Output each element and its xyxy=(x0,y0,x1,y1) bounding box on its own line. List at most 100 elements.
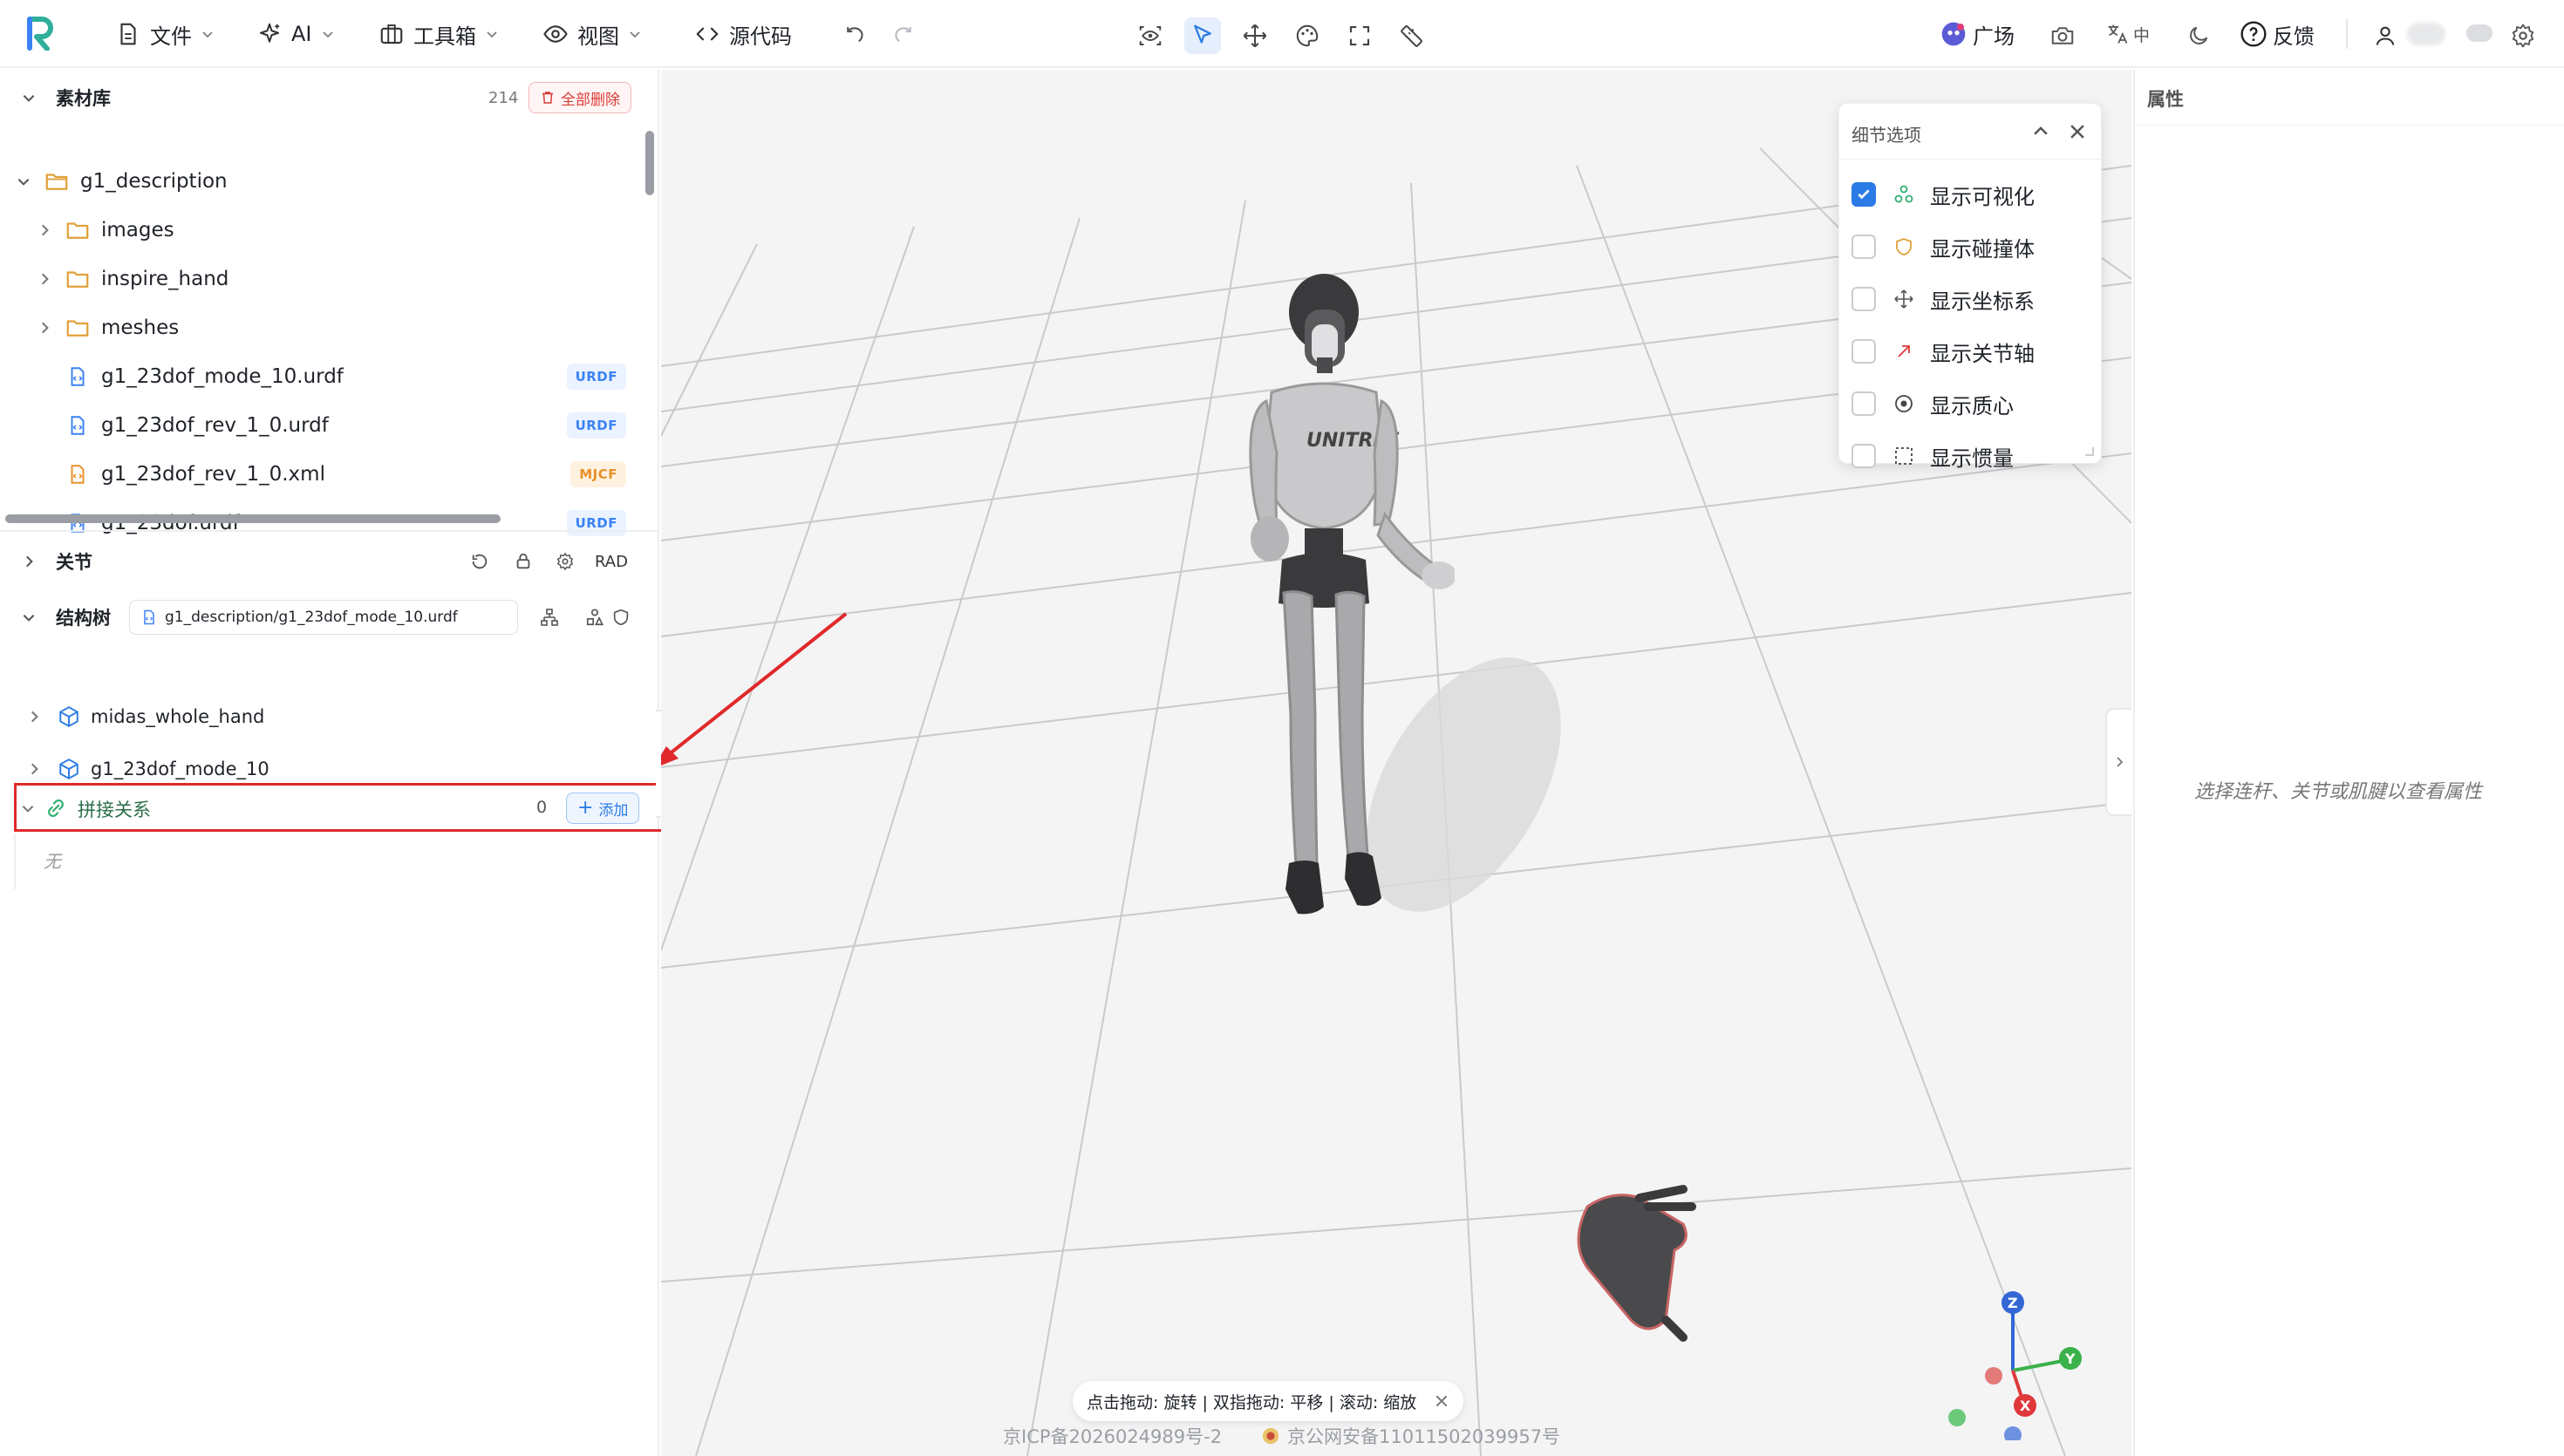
lock-icon xyxy=(516,553,530,569)
material-tool-button[interactable] xyxy=(1289,17,1326,54)
expand-right-panel-handle[interactable] xyxy=(2105,708,2131,816)
asset-name: inspire_hand xyxy=(101,268,229,290)
asset-file-row[interactable]: g1_23dof_rev_1_0.urdf URDF xyxy=(0,401,645,450)
joint-settings-button[interactable] xyxy=(549,546,581,577)
assets-vertical-scrollbar[interactable] xyxy=(645,131,654,195)
resize-grip[interactable] xyxy=(2085,447,2094,456)
detail-option-collision[interactable]: 显示碰撞体 xyxy=(1851,222,2035,271)
detail-options-title: 细节选项 xyxy=(1851,125,1921,146)
view-menu[interactable]: 视图 xyxy=(542,0,642,68)
asset-file-row[interactable]: g1_23dof_rev_1_0.xml MJCF xyxy=(0,450,645,499)
detail-option-visual[interactable]: 显示可视化 xyxy=(1851,170,2035,219)
structure-node-midas-whole-hand[interactable]: midas_whole_hand xyxy=(0,692,645,741)
select-tool-button[interactable] xyxy=(1184,17,1221,54)
folder-g1-description[interactable]: g1_description xyxy=(0,157,645,206)
asset-folder-row[interactable]: meshes xyxy=(0,303,645,352)
toolbar-divider xyxy=(2346,19,2348,49)
detail-options-header: 细节选项 xyxy=(1839,104,2101,160)
fullscreen-button[interactable] xyxy=(1341,17,1378,54)
plaza-icon xyxy=(1941,22,1966,46)
detail-option-inertia[interactable]: 显示惯量 xyxy=(1851,432,2014,480)
language-switch[interactable]: 中 xyxy=(2105,0,2150,68)
cursor-icon xyxy=(1194,24,1211,44)
delete-all-button[interactable]: 全部删除 xyxy=(528,82,631,113)
chevron-down-icon xyxy=(22,806,34,813)
user-icon xyxy=(2376,26,2395,45)
chevron-up-icon[interactable] xyxy=(2031,122,2050,141)
chevron-right-icon xyxy=(42,224,49,236)
detail-option-axes[interactable]: 显示坐标系 xyxy=(1851,275,2035,323)
lock-joints-button[interactable] xyxy=(508,546,539,577)
palette-icon xyxy=(1296,24,1319,47)
folder-name: g1_description xyxy=(80,170,228,193)
theme-toggle[interactable] xyxy=(2180,17,2217,54)
checkbox[interactable] xyxy=(1851,235,1876,259)
chevron-right-icon xyxy=(31,711,38,723)
angle-unit-toggle[interactable]: RAD xyxy=(595,553,628,571)
detail-option-label: 显示质心 xyxy=(1930,393,2014,418)
shapes-icon xyxy=(586,609,604,626)
splice-section-header[interactable]: 拼接关系 0 + 添加 xyxy=(14,783,670,832)
hand-model[interactable] xyxy=(1561,1172,1701,1346)
plaza-button[interactable]: 广场 xyxy=(1940,0,2015,68)
toolbox-menu[interactable]: 工具箱 xyxy=(378,0,499,68)
close-icon[interactable] xyxy=(1434,1393,1449,1409)
asset-name: images xyxy=(101,219,174,242)
checkbox[interactable] xyxy=(1851,444,1876,468)
undo-button[interactable] xyxy=(837,17,874,54)
help-circle-icon xyxy=(2240,21,2267,47)
hierarchy-icon xyxy=(541,609,558,626)
footer-police[interactable]: 京公网安备11011502039957号 xyxy=(1261,1423,1560,1449)
detail-option-label: 显示可视化 xyxy=(1930,184,2035,209)
properties-panel: 属性 选择连杆、关节或肌腱以查看属性 xyxy=(2133,70,2564,1456)
axis-gizmo[interactable]: Z Y X xyxy=(1943,1266,2100,1440)
check-icon xyxy=(1858,189,1870,200)
document-icon xyxy=(120,23,136,45)
source-code-button[interactable]: 源代码 xyxy=(694,0,792,68)
ai-menu[interactable]: AI xyxy=(256,0,335,68)
detail-option-center-of-mass[interactable]: 显示质心 xyxy=(1851,379,2014,428)
measure-tool-button[interactable] xyxy=(1394,17,1430,54)
assets-section-header[interactable]: 素材库 214 全部删除 xyxy=(0,70,659,126)
asset-folder-row[interactable]: inspire_hand xyxy=(0,255,645,303)
add-splice-button[interactable]: + 添加 xyxy=(566,793,640,824)
show-collision-toggle[interactable] xyxy=(605,602,637,633)
app-logo[interactable]: R xyxy=(26,16,56,51)
structure-section-header[interactable]: 结构树 g1_description/g1_23dof_mode_10.urdf xyxy=(0,589,659,645)
detail-option-joint-axis[interactable]: 显示关节轴 xyxy=(1851,327,2035,376)
reset-joints-button[interactable] xyxy=(464,546,495,577)
folder-open-icon xyxy=(45,173,68,190)
checkbox[interactable] xyxy=(1851,182,1876,207)
file-code-icon xyxy=(66,365,89,388)
format-badge: URDF xyxy=(566,364,626,390)
asset-file-row[interactable]: g1_23dof_mode_10.urdf URDF xyxy=(0,352,645,401)
chevron-right-icon xyxy=(42,273,49,285)
redo-button[interactable] xyxy=(884,17,921,54)
assets-horizontal-scrollbar[interactable] xyxy=(5,514,501,523)
chevron-down-icon xyxy=(487,31,497,38)
footer-icp[interactable]: 京ICP备2026024989号-2 xyxy=(1003,1423,1222,1449)
user-account-button[interactable] xyxy=(2367,17,2404,54)
screenshot-button[interactable] xyxy=(2044,17,2081,54)
joints-section-header[interactable]: 关节 RAD xyxy=(0,534,659,589)
camera-icon xyxy=(2051,27,2074,44)
3d-viewport[interactable]: UNITREE 细节选项 显示可视化显示碰撞体 显示坐标系 显示关节轴显示质心显示惯… xyxy=(661,70,2131,1456)
tree-layout-button[interactable] xyxy=(534,602,565,633)
move-tool-button[interactable] xyxy=(1237,17,1273,54)
trash-icon xyxy=(542,92,553,104)
structure-file-selector[interactable]: g1_description/g1_23dof_mode_10.urdf xyxy=(129,600,518,635)
close-icon[interactable] xyxy=(2068,122,2087,141)
robot-model[interactable]: UNITREE xyxy=(1176,262,1455,976)
settings-button[interactable] xyxy=(2505,17,2541,54)
gizmo-x-label: X xyxy=(2020,1398,2031,1414)
asset-folder-row[interactable]: images xyxy=(0,206,645,255)
gear-icon xyxy=(557,553,573,570)
feedback-button[interactable]: 反馈 xyxy=(2240,0,2315,68)
checkbox[interactable] xyxy=(1851,339,1876,364)
structure-title: 结构树 xyxy=(56,608,111,629)
focus-view-button[interactable] xyxy=(1132,17,1169,54)
checkbox[interactable] xyxy=(1851,287,1876,311)
chevron-right-icon xyxy=(31,763,38,775)
file-menu[interactable]: 文件 xyxy=(115,0,215,68)
checkbox[interactable] xyxy=(1851,391,1876,416)
